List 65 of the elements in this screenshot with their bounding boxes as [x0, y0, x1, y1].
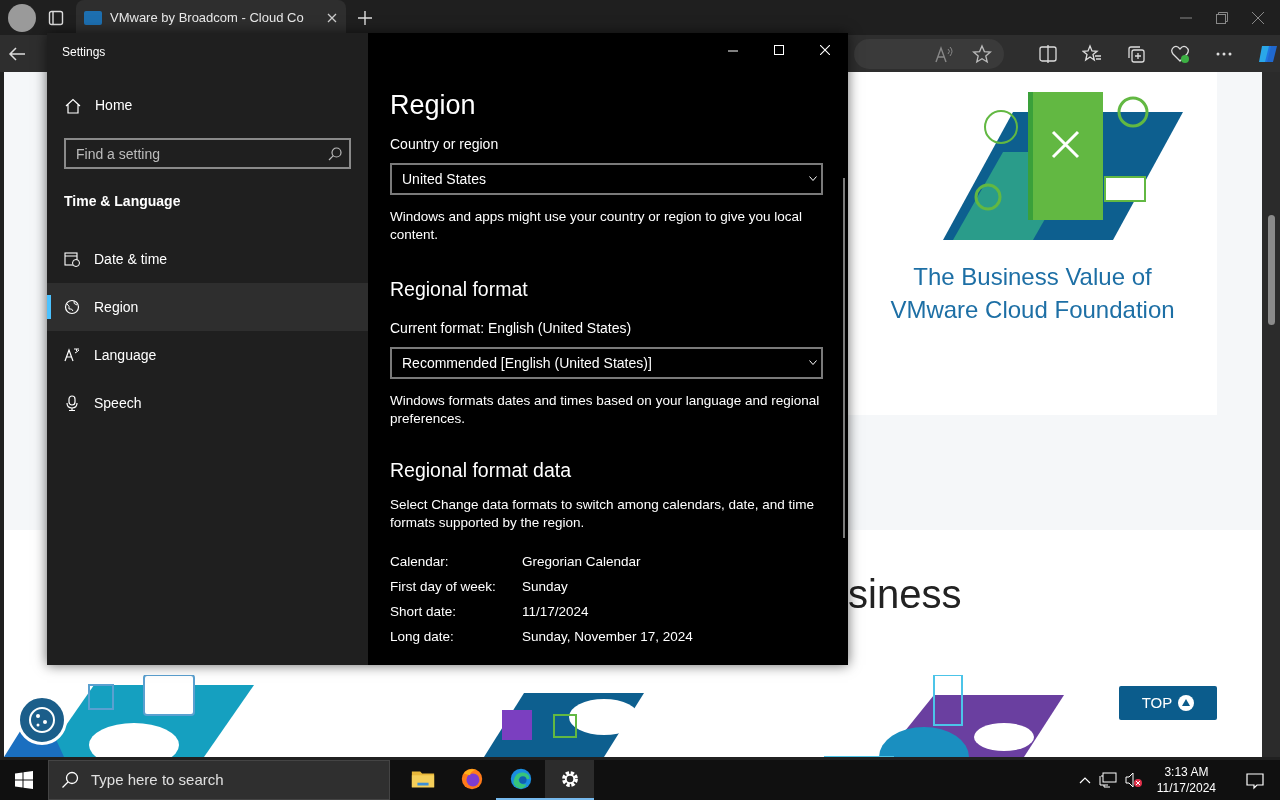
- chevron-down-icon: [809, 176, 817, 182]
- taskbar-search-field[interactable]: Type here to search: [48, 760, 390, 800]
- section-heading: Regional format data: [390, 458, 573, 484]
- chevron-down-icon: [809, 360, 817, 367]
- globe-icon: [64, 299, 80, 315]
- help-text: Windows and apps might use your country or region to give you local content.: [390, 208, 803, 244]
- window-title: Settings: [61, 44, 107, 61]
- address-bar[interactable]: [854, 38, 1004, 69]
- tab-actions-icon[interactable]: [48, 9, 64, 26]
- data-label: Long date:: [390, 627, 455, 646]
- home-icon: [65, 97, 81, 114]
- help-text: Select Change data formats to switch among calendars, date, and time formats supported by the region.: [390, 495, 815, 532]
- data-value: Sunday: [522, 577, 568, 596]
- dropdown[interactable]: Recommended [English (United States)]: [390, 347, 823, 380]
- field-label: Country or region: [390, 135, 500, 154]
- nav-item[interactable]: Region: [47, 283, 368, 331]
- network-icon[interactable]: [1098, 772, 1117, 788]
- section-heading: Regional format: [390, 277, 529, 302]
- speaker-muted-icon[interactable]: [1124, 772, 1143, 788]
- browser-tab[interactable]: VMware by Broadcom - Cloud Co: [76, 0, 346, 35]
- section-title: Time & Language: [63, 192, 182, 211]
- data-label: Calendar:: [390, 552, 450, 571]
- data-label: First day of week:: [390, 577, 497, 596]
- favorites-icon[interactable]: [1082, 43, 1102, 64]
- card-title[interactable]: The Business Value of VMware Cloud Foundation: [872, 260, 1193, 326]
- taskbar-app[interactable]: [545, 760, 594, 800]
- profile-avatar[interactable]: [8, 3, 36, 32]
- section-heading: siness: [848, 571, 963, 618]
- copilot-icon[interactable]: [1258, 43, 1278, 64]
- star-icon[interactable]: [972, 43, 992, 64]
- data-value: 11/17/2024: [522, 602, 589, 621]
- field-label: Current format: English (United States): [390, 319, 633, 339]
- data-label: Short date:: [390, 602, 458, 621]
- collections-icon[interactable]: [1126, 43, 1146, 64]
- chevron-up-icon[interactable]: [1078, 776, 1091, 784]
- back-icon[interactable]: [8, 45, 26, 62]
- maximize-icon[interactable]: [774, 44, 784, 55]
- notification-icon[interactable]: [1246, 771, 1264, 790]
- language-icon: [64, 347, 80, 363]
- microphone-icon: [64, 395, 80, 411]
- back-to-top-button[interactable]: TOP: [1119, 686, 1217, 720]
- scroll-thumb[interactable]: [843, 178, 845, 538]
- nav-item[interactable]: Speech: [47, 379, 368, 427]
- read-aloud-icon[interactable]: [934, 44, 954, 63]
- windows-logo-icon: [15, 771, 33, 789]
- restore-icon[interactable]: [1216, 11, 1228, 24]
- dropdown[interactable]: United States: [390, 163, 823, 195]
- heart-pulse-icon[interactable]: [1170, 43, 1190, 64]
- new-tab-icon[interactable]: [358, 10, 372, 25]
- nav-item[interactable]: Date & time: [47, 235, 368, 283]
- nav-item[interactable]: Language: [47, 331, 368, 379]
- cookie-icon: [28, 706, 56, 734]
- help-text: Windows formats dates and times based on your language and regional preferences.: [390, 392, 821, 429]
- search-field[interactable]: Find a setting: [64, 138, 351, 169]
- scroll-bar[interactable]: [1262, 72, 1280, 757]
- close-icon[interactable]: [326, 11, 338, 24]
- page-title: Region: [390, 89, 477, 122]
- split-screen-icon[interactable]: [1038, 43, 1058, 64]
- clock[interactable]: 3:13 AM 11/17/2024: [1150, 764, 1222, 796]
- search-icon: [61, 771, 79, 789]
- search-icon: [328, 147, 342, 161]
- calendar-clock-icon: [64, 251, 80, 267]
- home-link[interactable]: Home: [47, 83, 368, 128]
- data-value: Sunday, November 17, 2024: [522, 627, 693, 646]
- data-value: Gregorian Calendar: [522, 552, 641, 571]
